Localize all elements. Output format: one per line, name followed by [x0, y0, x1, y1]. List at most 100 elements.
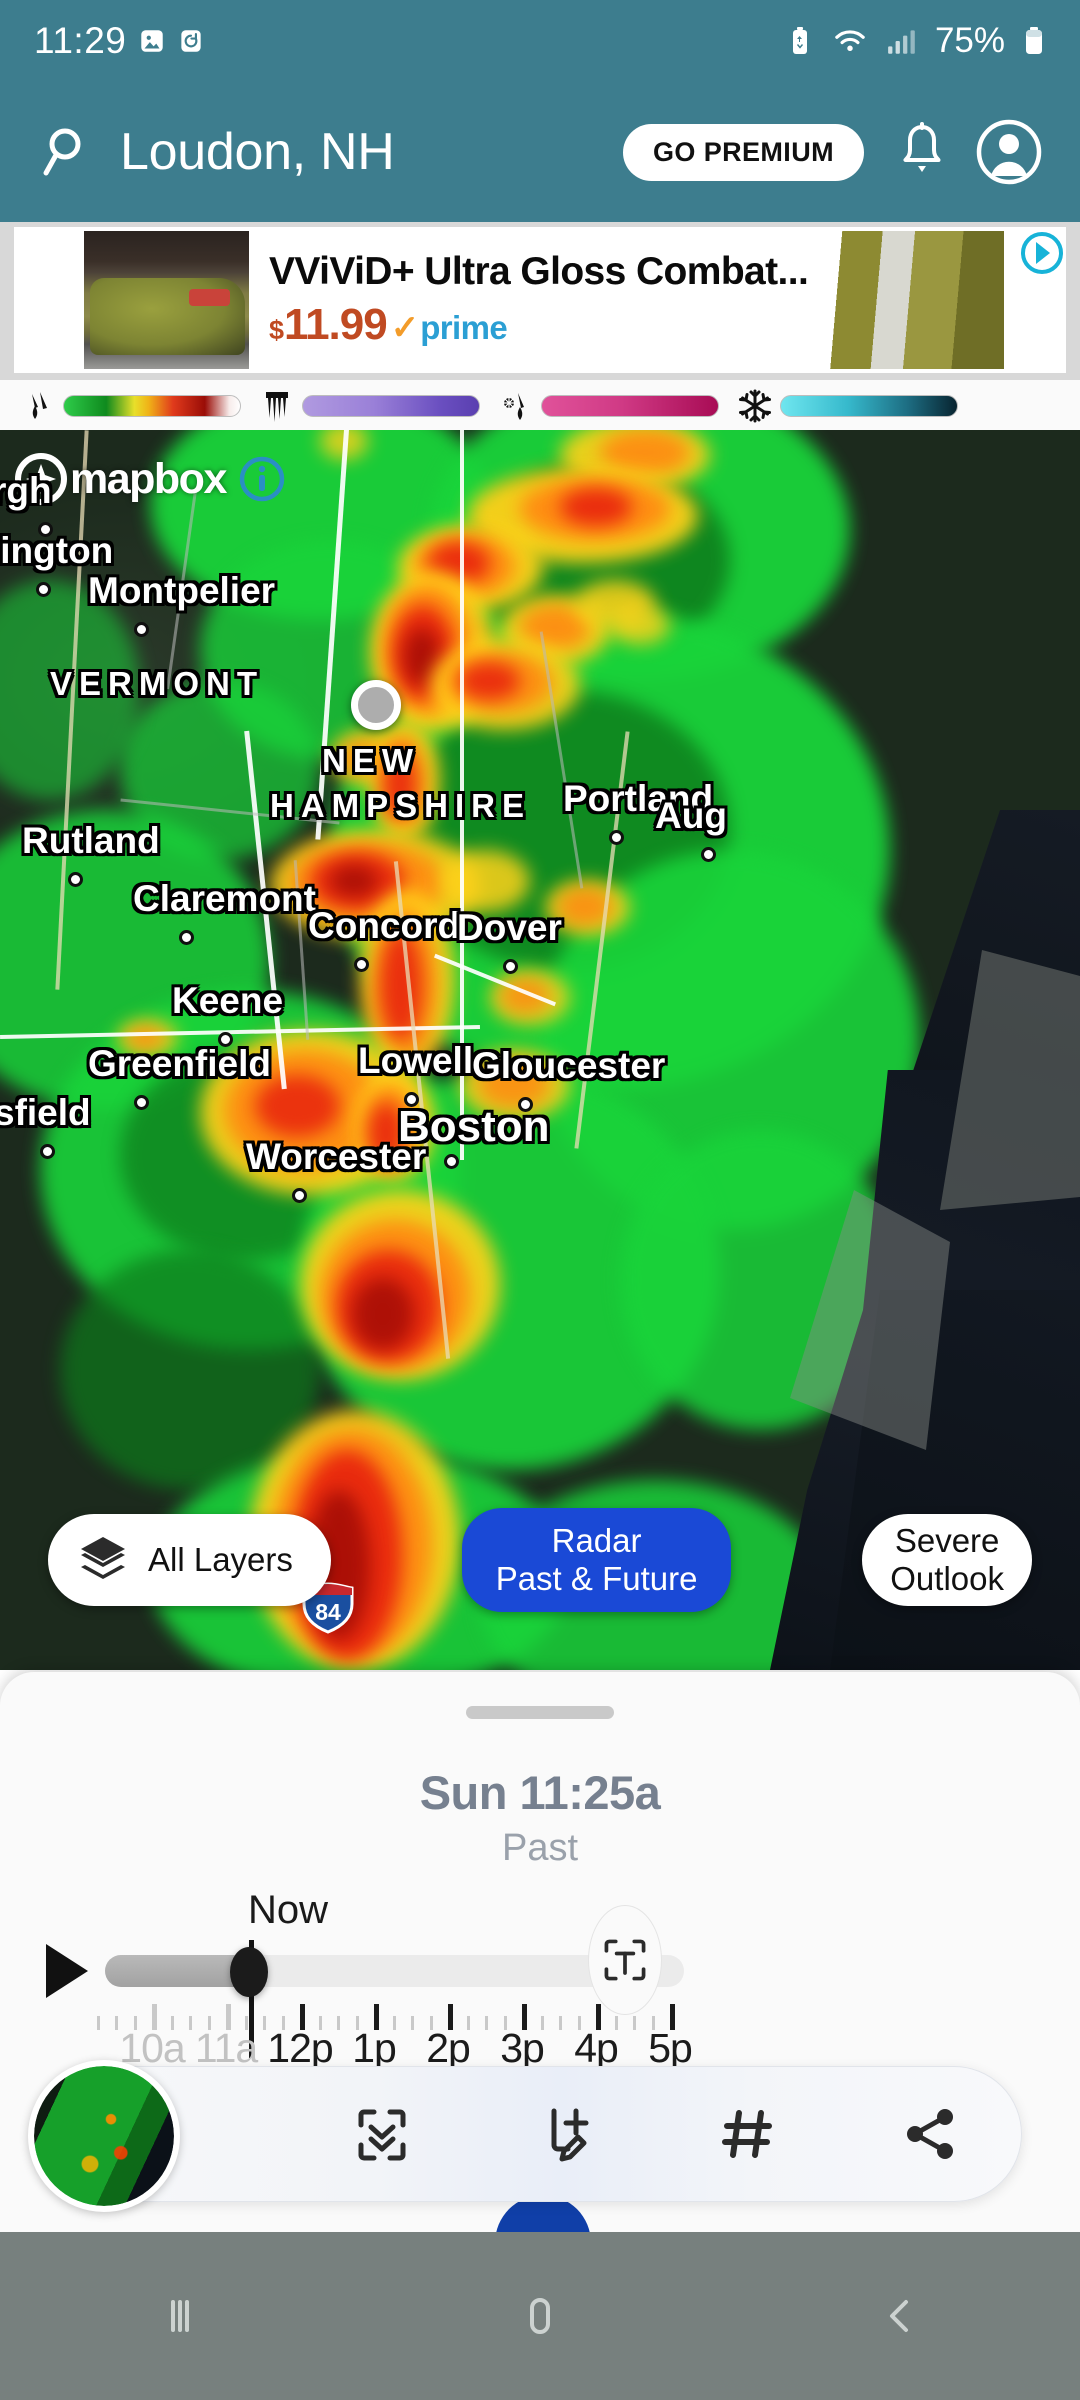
radar-echo-moderate	[478, 1060, 550, 1108]
timeline-snapshot-button[interactable]	[588, 1905, 662, 2015]
wifi-icon	[831, 26, 869, 56]
rain-legend[interactable]	[18, 386, 241, 426]
battery-percent: 75%	[934, 21, 1005, 60]
timeline-hour-label: 4p	[574, 2025, 619, 2071]
map-city-dot	[354, 957, 369, 972]
timeline-slider-thumb[interactable]	[230, 1947, 268, 1997]
tags-button[interactable]	[656, 2067, 838, 2201]
crop-draw-button[interactable]	[474, 2067, 656, 2201]
map-city-dot	[134, 622, 149, 637]
mapbox-logo-icon	[14, 452, 68, 506]
timeline-time-label: Sun 11:25a	[419, 1766, 661, 1819]
screenshot-thumbnail[interactable]	[28, 2060, 180, 2212]
timeline-phase-label: Past	[501, 1827, 579, 1869]
radar-echo-extreme	[352, 1278, 414, 1350]
map-city-dot	[404, 1092, 419, 1107]
alarm-reset-icon	[178, 26, 204, 56]
timeline-hour-label: 3p	[500, 2025, 545, 2071]
ad-content[interactable]: VViViD+ Ultra Gloss Combat... $ 11.99 ✓ …	[14, 227, 1066, 373]
cellular-signal-icon	[886, 26, 918, 56]
hash-icon	[714, 2101, 780, 2167]
status-bar-right: 75%	[788, 21, 1046, 61]
map-city-dot	[292, 1188, 307, 1203]
mixed-precip-icon	[496, 386, 536, 426]
state-boundary	[460, 430, 464, 1160]
severe-button-line2: Outlook	[890, 1560, 1004, 1597]
account-circle-icon[interactable]	[976, 119, 1042, 185]
status-bar: 11:29 75%	[0, 0, 1080, 82]
freezing-rain-icon	[257, 386, 297, 426]
severe-button-line1: Severe	[894, 1522, 1000, 1560]
search-icon[interactable]	[38, 123, 96, 181]
mix-legend-gradient	[541, 395, 719, 417]
radar-map[interactable]: mapbox lingtonrghMontpelierVERMONTRutlan…	[0, 430, 1080, 1670]
snow-legend[interactable]	[735, 386, 958, 426]
timeline-hour-label: 5p	[648, 2025, 693, 2071]
radar-echo-heavy	[560, 488, 632, 526]
prime-badge: ✓ prime	[390, 308, 508, 348]
android-nav-bar	[0, 2232, 1080, 2400]
crop-draw-icon	[532, 2101, 598, 2167]
scroll-capture-icon	[349, 2101, 415, 2167]
prime-check-icon: ✓	[390, 309, 420, 347]
ad-price-row: $ 11.99 ✓ prime	[269, 300, 814, 350]
rain-legend-gradient	[63, 395, 241, 417]
snowflake-icon	[735, 386, 775, 426]
radar-echo-heavy	[384, 750, 416, 818]
radar-past-future-button[interactable]: Radar Past & Future	[461, 1508, 732, 1612]
adchoices-icon[interactable]	[1018, 229, 1066, 277]
radar-echo-extreme	[330, 865, 378, 897]
share-button[interactable]	[839, 2067, 1021, 2201]
radar-echo-heavy	[380, 930, 422, 1040]
map-city-dot	[36, 582, 51, 597]
sheet-drag-handle[interactable]	[466, 1706, 614, 1719]
prime-label: prime	[420, 309, 508, 346]
back-button[interactable]	[720, 2290, 1080, 2342]
map-city-dot	[218, 1032, 233, 1047]
rain-icon	[18, 386, 58, 426]
status-clock: 11:29	[34, 20, 127, 61]
all-layers-label: All Layers	[148, 1541, 293, 1579]
ad-currency-symbol: $	[269, 315, 285, 345]
status-bar-left: 11:29	[34, 20, 204, 62]
timeline-hour-label: 1p	[352, 2025, 397, 2071]
radar-button-line1: Radar	[551, 1522, 642, 1560]
recents-button[interactable]	[0, 2290, 360, 2342]
screenshot-toolbar	[62, 2066, 1022, 2202]
snow-legend-gradient	[780, 395, 958, 417]
all-layers-button[interactable]: All Layers	[48, 1514, 331, 1606]
mix-legend[interactable]	[496, 386, 719, 426]
radar-echo-moderate	[440, 850, 530, 912]
play-icon[interactable]	[38, 1940, 94, 2002]
now-label: Now	[248, 1888, 329, 1932]
map-city-dot	[701, 847, 716, 862]
ad-banner[interactable]: VViViD+ Ultra Gloss Combat... $ 11.99 ✓ …	[0, 222, 1080, 380]
ice-legend[interactable]	[257, 386, 480, 426]
scroll-capture-button[interactable]	[291, 2067, 473, 2201]
timeline-hour-label: 11a	[194, 2025, 258, 2071]
page-title[interactable]: Loudon, NH	[120, 122, 395, 182]
severe-outlook-button[interactable]: Severe Outlook	[862, 1514, 1032, 1606]
map-city-dot	[38, 522, 53, 537]
screenshot-thumbnail-image	[34, 2066, 174, 2206]
ad-product-roll-image	[814, 231, 1004, 369]
timeline-hour-label: 12p	[267, 2025, 333, 2071]
app-header: Loudon, NH GO PREMIUM	[0, 82, 1080, 222]
bell-icon[interactable]	[894, 121, 950, 183]
map-city-dot	[503, 959, 518, 974]
layers-icon	[76, 1533, 130, 1587]
home-button[interactable]	[360, 2290, 720, 2342]
user-location-puck	[351, 680, 401, 730]
map-button-row: All Layers Radar Past & Future Severe Ou…	[0, 1508, 1080, 1612]
info-icon[interactable]	[238, 455, 286, 503]
precip-legend-strip	[0, 380, 1080, 432]
radar-echo-moderate	[126, 1026, 164, 1050]
map-city-dot	[444, 1154, 459, 1169]
go-premium-button[interactable]: GO PREMIUM	[622, 123, 864, 181]
map-city-dot	[518, 1097, 533, 1112]
map-city-dot	[68, 872, 83, 887]
radar-echo-heavy	[368, 1102, 404, 1164]
mapbox-attribution[interactable]: mapbox	[14, 452, 286, 506]
map-city-dot	[609, 830, 624, 845]
ad-text-block: VViViD+ Ultra Gloss Combat... $ 11.99 ✓ …	[255, 227, 814, 373]
